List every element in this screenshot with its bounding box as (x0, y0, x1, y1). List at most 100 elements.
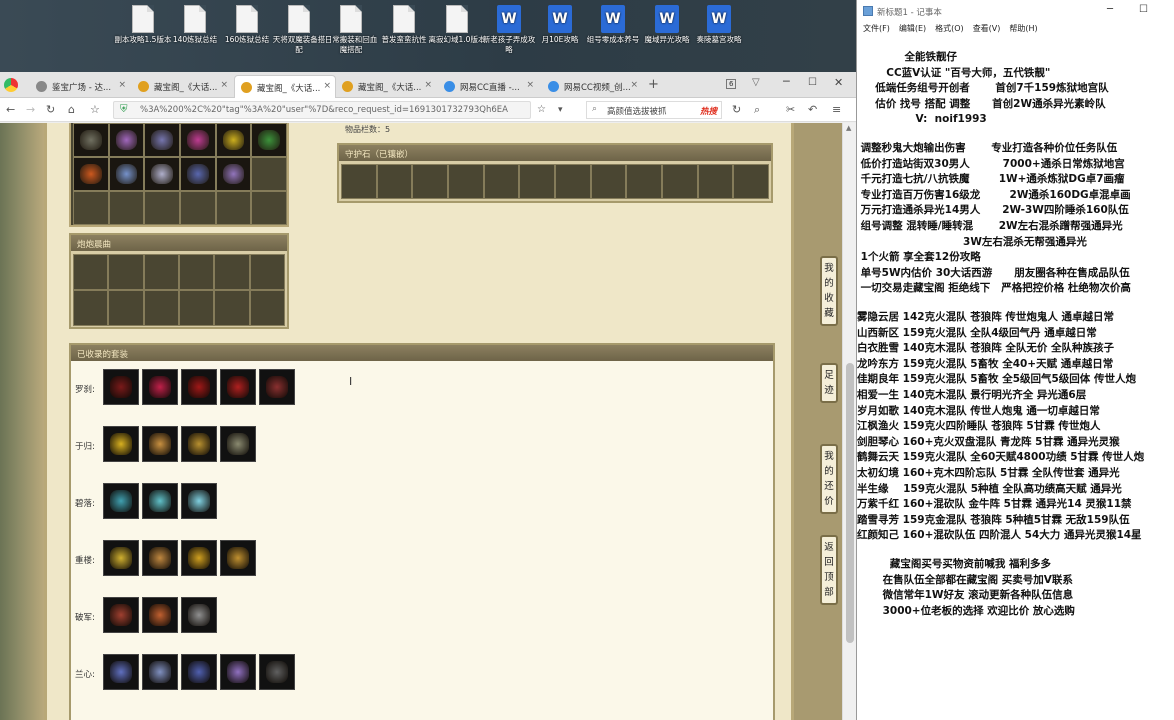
notepad-menu-item[interactable]: 查看(V) (973, 24, 1001, 33)
bookmark-star-icon[interactable]: ☆ (537, 103, 546, 117)
set-equipment-item[interactable] (181, 426, 217, 462)
inventory-item[interactable] (252, 124, 286, 156)
set-equipment-item[interactable] (142, 483, 178, 519)
tab-close-icon[interactable]: × (424, 80, 432, 90)
search-box[interactable]: ⌕ 高颜值选拔被抓 热搜 (586, 101, 722, 119)
set-equipment-item[interactable] (103, 597, 139, 633)
set-equipment-item[interactable] (220, 540, 256, 576)
tab-close-icon[interactable]: × (526, 80, 534, 90)
browser-tab[interactable]: 藏宝阁_《大话... × (132, 75, 232, 98)
scrollbar-thumb[interactable] (846, 363, 854, 643)
scroll-up-icon[interactable]: ▲ (846, 124, 851, 132)
set-equipment-item[interactable] (220, 369, 256, 405)
rail-button[interactable]: 足迹 (820, 363, 838, 403)
menu-icon[interactable]: ≡ (832, 103, 841, 117)
inventory-item[interactable] (74, 124, 108, 156)
inventory-item[interactable] (181, 158, 215, 190)
set-equipment-item[interactable] (103, 540, 139, 576)
star-icon[interactable]: ☆ (90, 103, 100, 117)
set-equipment-item[interactable] (181, 369, 217, 405)
set-equipment-item[interactable] (103, 654, 139, 690)
notepad-maximize-button[interactable]: ☐ (1139, 4, 1148, 15)
browser-tab[interactable]: 藏宝阁_《大话... × (234, 75, 336, 98)
set-equipment-item[interactable] (142, 540, 178, 576)
inventory-item[interactable] (216, 158, 251, 190)
tab-count-badge[interactable]: 6 (726, 79, 737, 89)
dropdown-icon[interactable]: ▾ (558, 103, 563, 117)
desktop-file-icon[interactable]: W 新老孩子弄成攻略 (480, 5, 538, 55)
refresh-icon[interactable]: ↻ (46, 103, 55, 117)
desktop-file-icon[interactable]: 140炼狱总结 (166, 5, 224, 45)
browser-tab[interactable]: 网易CC视频_创... × (542, 75, 642, 98)
set-equipment-item[interactable] (181, 597, 217, 633)
forward-arrow-icon[interactable]: → (26, 103, 35, 117)
inventory-item[interactable] (216, 124, 251, 156)
inventory-item[interactable] (109, 158, 144, 190)
inventory-item[interactable] (181, 124, 215, 156)
desktop-file-label: 魔域异光攻略 (644, 35, 690, 44)
refresh-search-icon[interactable]: ↻ (732, 103, 741, 117)
rail-button[interactable]: 我的还价 (820, 444, 838, 514)
desktop-file-icon[interactable]: 日常搬装和回血魔搭配 (322, 5, 380, 55)
home-icon[interactable]: ⌂ (68, 103, 75, 117)
set-equipment-item[interactable] (103, 426, 139, 462)
scrollbar[interactable]: ▲ (842, 123, 856, 720)
set-equipment-item[interactable] (142, 654, 178, 690)
set-equipment-item[interactable] (103, 483, 139, 519)
set-equipment-item[interactable] (142, 426, 178, 462)
desktop-file-icon[interactable]: W 奏陵墓宫攻略 (690, 5, 748, 45)
set-equipment-item[interactable] (181, 654, 217, 690)
browser-logo-icon[interactable] (4, 78, 18, 92)
notepad-text-area[interactable]: 全能铁靓仔 CC蓝V认证 "百号大师，五代铁靓" 低端任务组号开创者 首创7千1… (857, 48, 1174, 720)
address-bar[interactable]: ⛨ %3A%200%2C%20"tag"%3A%20"user"%7D&reco… (113, 101, 531, 119)
inventory-item[interactable] (145, 158, 179, 190)
set-equipment-item[interactable] (181, 540, 217, 576)
browser-window: 鉴宝广场 - 达... × 藏宝阁_《大话... × 藏宝阁_《大话... × 藏宝阁_《大… (0, 72, 856, 720)
browser-tab[interactable]: 藏宝阁_《大话... × (336, 75, 436, 98)
desktop-file-icon[interactable]: 天将双魔装备搭配 (270, 5, 328, 55)
desktop-file-icon[interactable]: 160炼狱总结 (218, 5, 276, 45)
notepad-menu-item[interactable]: 编辑(E) (899, 24, 926, 33)
guard-stone-slot (449, 165, 483, 198)
browser-tab[interactable]: 网易CC直播 -... × (438, 75, 538, 98)
set-equipment-item[interactable] (142, 369, 178, 405)
guard-stone-panel: 守护石（已镶嵌） (337, 143, 773, 203)
notepad-menu-item[interactable]: 文件(F) (863, 24, 890, 33)
rail-button[interactable]: 返回顶部 (820, 535, 838, 605)
back-arrow-icon[interactable]: ← (6, 103, 15, 117)
scissors-icon[interactable]: ✂ (786, 103, 795, 117)
notepad-minimize-button[interactable]: ─ (1107, 4, 1113, 15)
tab-close-icon[interactable]: × (630, 80, 638, 90)
set-equipment-item[interactable] (142, 597, 178, 633)
search-button-icon[interactable]: ⌕ (754, 103, 760, 117)
desktop-file-icon[interactable]: 普发蛮蛮抗性 (375, 5, 433, 45)
set-equipment-item[interactable] (220, 426, 256, 462)
maximize-button[interactable]: ☐ (808, 77, 817, 88)
notepad-menu-item[interactable]: 帮助(H) (1009, 24, 1037, 33)
tab-close-icon[interactable]: × (323, 81, 331, 91)
close-button[interactable]: ✕ (834, 76, 843, 89)
equipment-icon (266, 661, 288, 683)
inventory-item[interactable] (145, 124, 179, 156)
inventory-item[interactable] (74, 158, 108, 190)
desktop-file-icon[interactable]: W 组号零成本养号 (584, 5, 642, 45)
desktop-file-icon[interactable]: 离寂幻域1.0版本 (428, 5, 486, 45)
rail-button[interactable]: 我的收藏 (820, 256, 838, 326)
undo-icon[interactable]: ↶ (808, 103, 817, 117)
set-equipment-item[interactable] (103, 369, 139, 405)
set-equipment-item[interactable] (220, 654, 256, 690)
desktop-file-icon[interactable]: W 魔域异光攻略 (638, 5, 696, 45)
inventory-item[interactable] (109, 124, 144, 156)
set-equipment-item[interactable] (259, 654, 295, 690)
desktop-file-icon[interactable]: 副本攻略1.5版本 (114, 5, 172, 45)
minimize-button[interactable]: ─ (783, 75, 790, 88)
set-equipment-item[interactable] (259, 369, 295, 405)
tab-close-icon[interactable]: × (220, 80, 228, 90)
set-equipment-item[interactable] (181, 483, 217, 519)
notepad-menu-item[interactable]: 格式(O) (935, 24, 964, 33)
skin-icon[interactable]: ▽ (752, 77, 760, 88)
tab-close-icon[interactable]: × (118, 80, 126, 90)
new-tab-button[interactable]: + (648, 77, 659, 92)
desktop-file-icon[interactable]: W 月10E攻略 (531, 5, 589, 45)
browser-tab[interactable]: 鉴宝广场 - 达... × (30, 75, 130, 98)
